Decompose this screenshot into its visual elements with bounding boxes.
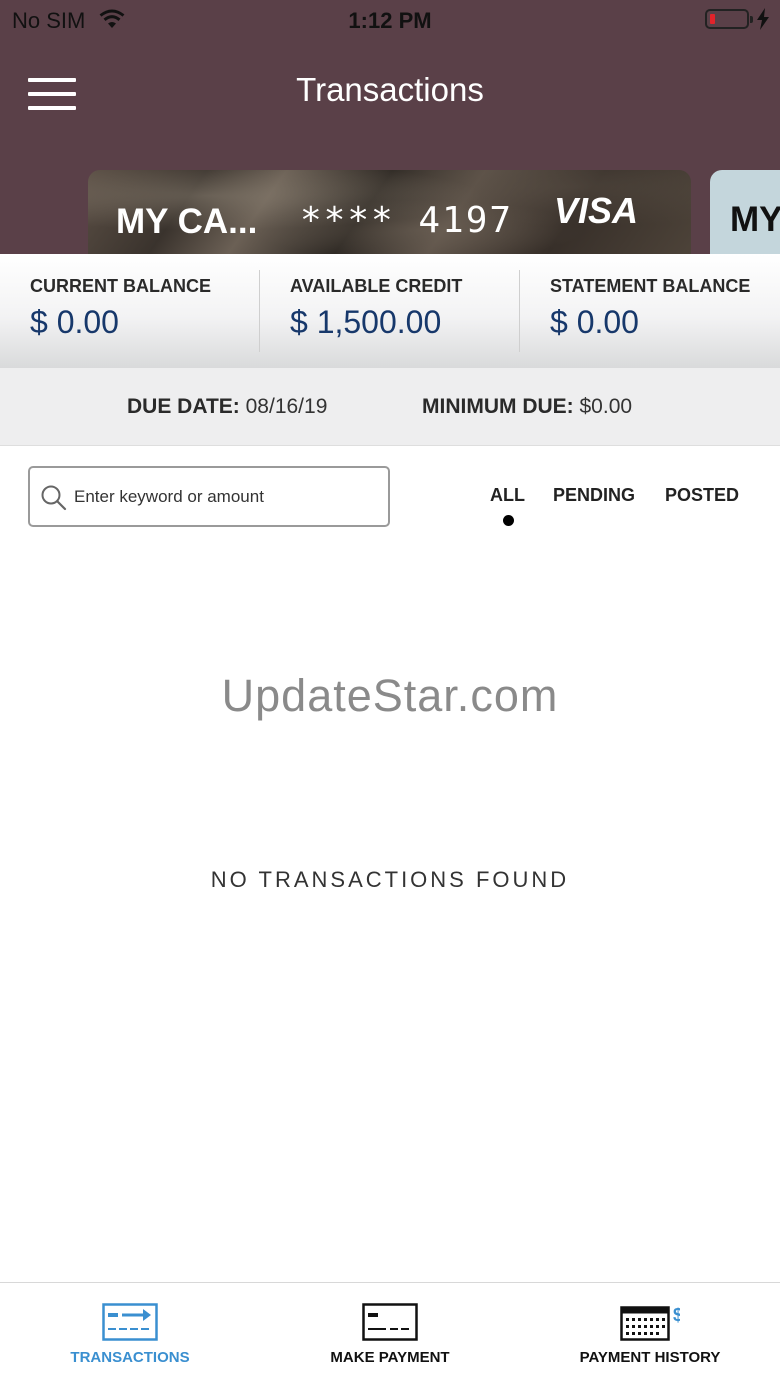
search-icon bbox=[41, 485, 67, 511]
page-title: Transactions bbox=[296, 71, 484, 108]
minimum-due-value: $0.00 bbox=[579, 395, 633, 418]
filter-pending[interactable]: PENDING bbox=[553, 485, 635, 506]
battery-level bbox=[710, 14, 715, 24]
balance-value: $ 0.00 bbox=[30, 304, 119, 340]
watermark: UpdateStar.com bbox=[221, 670, 559, 721]
filter-posted[interactable]: POSTED bbox=[665, 485, 739, 506]
tab-label: TRANSACTIONS bbox=[70, 1349, 190, 1366]
charging-bolt-icon bbox=[757, 8, 769, 30]
status-bar: No SIM 1:12 PM bbox=[0, 0, 780, 40]
transfer-icon bbox=[102, 1303, 158, 1341]
due-date-label: DUE DATE: bbox=[127, 395, 240, 418]
balance-summary: CURRENT BALANCE $ 0.00 AVAILABLE CREDIT … bbox=[0, 254, 780, 368]
balance-label: STATEMENT BALANCE bbox=[550, 276, 751, 296]
svg-text:$: $ bbox=[673, 1305, 680, 1325]
visa-logo: VISA bbox=[554, 190, 639, 231]
minimum-due: MINIMUM DUE: $0.00 bbox=[422, 395, 632, 419]
calendar-dollar-icon: $ bbox=[620, 1305, 680, 1341]
tab-label: PAYMENT HISTORY bbox=[579, 1349, 721, 1366]
card-icon bbox=[362, 1303, 418, 1341]
selected-filter-indicator bbox=[503, 515, 514, 526]
bottom-tab-bar: TRANSACTIONS MAKE PAYMENT $ PAYMENT HIST… bbox=[0, 1282, 780, 1387]
balance-label: AVAILABLE CREDIT bbox=[290, 276, 463, 296]
card-name: MY CA... bbox=[116, 202, 258, 241]
balance-value: $ 0.00 bbox=[550, 304, 639, 340]
current-balance: CURRENT BALANCE $ 0.00 bbox=[0, 254, 260, 368]
balance-label: CURRENT BALANCE bbox=[30, 276, 211, 296]
statement-balance: STATEMENT BALANCE $ 0.00 bbox=[520, 254, 780, 368]
filter-all[interactable]: ALL bbox=[490, 485, 525, 506]
tab-transactions[interactable]: TRANSACTIONS bbox=[0, 1283, 260, 1387]
due-date-value: 08/16/19 bbox=[245, 395, 328, 418]
card-name: MY bbox=[730, 200, 780, 239]
clock: 1:12 PM bbox=[348, 8, 432, 33]
empty-state-message: NO TRANSACTIONS FOUND bbox=[210, 867, 570, 892]
tab-label: MAKE PAYMENT bbox=[330, 1349, 450, 1366]
battery-icon bbox=[705, 9, 753, 29]
due-date: DUE DATE: 08/16/19 bbox=[127, 395, 327, 419]
available-credit: AVAILABLE CREDIT $ 1,500.00 bbox=[260, 254, 520, 368]
minimum-due-label: MINIMUM DUE: bbox=[422, 395, 574, 418]
credit-card[interactable]: MY CA... **** 4197 VISA bbox=[88, 170, 691, 256]
tab-make-payment[interactable]: MAKE PAYMENT bbox=[260, 1283, 520, 1387]
next-credit-card[interactable]: MY bbox=[710, 170, 780, 256]
card-number: **** 4197 bbox=[300, 200, 514, 241]
tab-payment-history[interactable]: $ PAYMENT HISTORY bbox=[520, 1283, 780, 1387]
balance-value: $ 1,500.00 bbox=[290, 304, 442, 340]
search-box[interactable] bbox=[28, 466, 390, 527]
due-info-bar: DUE DATE: 08/16/19 MINIMUM DUE: $0.00 bbox=[0, 368, 780, 446]
app-header: No SIM 1:12 PM Transactions MY CA... ***… bbox=[0, 0, 780, 256]
search-input[interactable] bbox=[74, 482, 374, 512]
